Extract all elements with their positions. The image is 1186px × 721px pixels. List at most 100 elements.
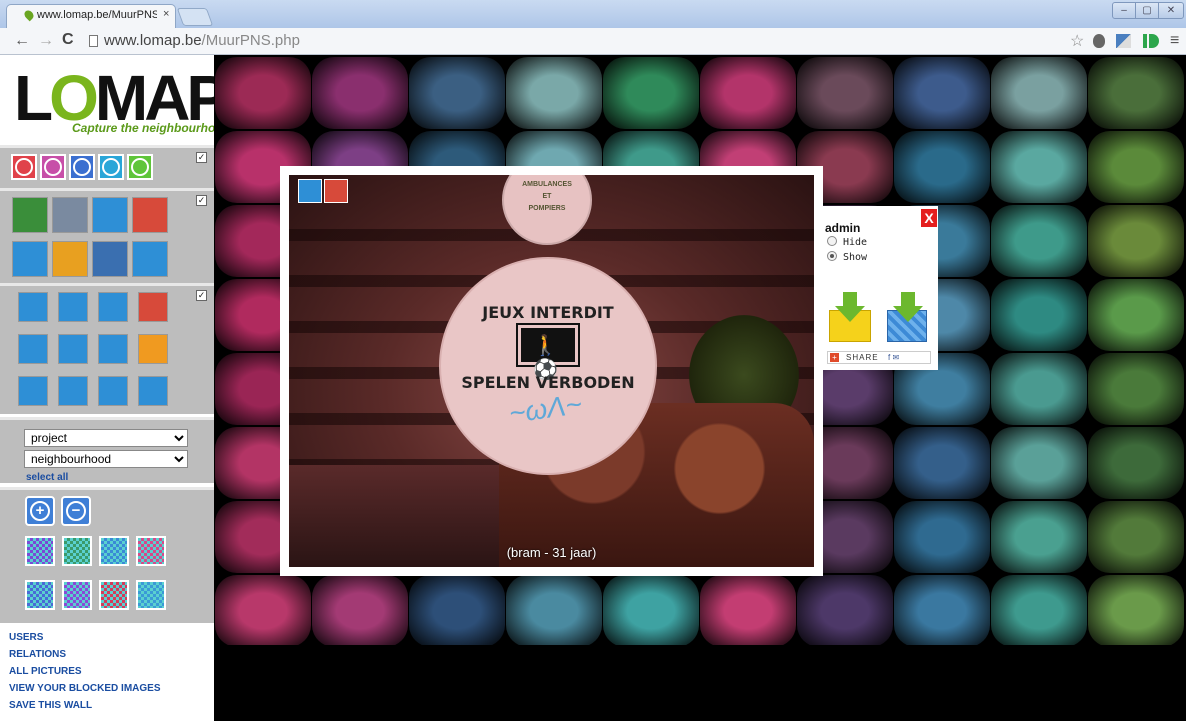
wall-photo-tile[interactable] — [894, 575, 990, 645]
wall-photo-tile[interactable] — [1088, 57, 1184, 129]
download-image-button[interactable] — [887, 292, 927, 342]
lomap-logo[interactable]: LOMAP Capture the neighbourhood — [14, 63, 230, 143]
wall-photo-tile[interactable] — [1088, 501, 1184, 573]
sense-category-icon[interactable] — [138, 376, 168, 406]
wall-photo-tile[interactable] — [991, 279, 1087, 351]
tab-close-icon[interactable]: × — [163, 8, 169, 20]
mood-smiley-icon[interactable] — [11, 154, 37, 180]
grid-layout-icon[interactable] — [99, 536, 129, 566]
show-radio[interactable]: Show — [827, 251, 867, 263]
wall-photo-tile[interactable] — [506, 575, 602, 645]
theme-category-icon[interactable] — [12, 241, 48, 277]
street-sign-icon[interactable] — [298, 179, 322, 203]
zoom-out-button[interactable]: − — [61, 496, 91, 526]
grid-layout-icon[interactable] — [99, 580, 129, 610]
wall-photo-tile[interactable] — [1088, 353, 1184, 425]
extension-icon[interactable] — [1093, 34, 1105, 48]
wall-photo-tile[interactable] — [700, 57, 796, 129]
browser-tab[interactable]: www.lomap.be/MuurPNS.ph × — [6, 4, 176, 28]
download-folder-button[interactable] — [829, 292, 871, 342]
wall-photo-tile[interactable] — [991, 57, 1087, 129]
sense-category-icon[interactable] — [18, 334, 48, 364]
wall-photo-tile[interactable] — [312, 57, 408, 129]
sense-category-icon[interactable] — [58, 292, 88, 322]
mood-smiley-icon[interactable] — [127, 154, 153, 180]
view-blocked-images-link[interactable]: VIEW YOUR BLOCKED IMAGES — [9, 680, 161, 697]
wall-photo-tile[interactable] — [991, 501, 1087, 573]
grid-layout-icon[interactable] — [25, 580, 55, 610]
wall-photo-tile[interactable] — [700, 575, 796, 645]
wall-photo-tile[interactable] — [215, 575, 311, 645]
wall-photo-tile[interactable] — [991, 205, 1087, 277]
wall-photo-tile[interactable] — [1088, 205, 1184, 277]
new-tab-button[interactable] — [176, 8, 214, 26]
wall-photo-tile[interactable] — [991, 131, 1087, 203]
wall-photo-tile[interactable] — [506, 57, 602, 129]
relations-link[interactable]: RELATIONS — [9, 646, 161, 663]
theme-category-icon[interactable] — [52, 241, 88, 277]
mood-smiley-icon[interactable] — [40, 154, 66, 180]
wall-photo-tile[interactable] — [409, 57, 505, 129]
forward-icon[interactable]: → — [38, 32, 54, 50]
theme-category-icon[interactable] — [92, 241, 128, 277]
hide-radio[interactable]: Hide — [827, 236, 867, 248]
wall-photo-tile[interactable] — [1088, 279, 1184, 351]
wall-photo-tile[interactable] — [1088, 131, 1184, 203]
wall-photo-tile[interactable] — [603, 575, 699, 645]
theme-category-icon[interactable] — [12, 197, 48, 233]
wall-photo-tile[interactable] — [1088, 427, 1184, 499]
wall-photo-tile[interactable] — [312, 575, 408, 645]
chrome-menu-icon[interactable]: ≡ — [1170, 32, 1179, 50]
close-button[interactable]: X — [921, 209, 937, 227]
wall-photo-tile[interactable] — [894, 57, 990, 129]
grid-layout-icon[interactable] — [136, 580, 166, 610]
wall-photo-tile[interactable] — [894, 131, 990, 203]
sense-category-icon[interactable] — [138, 292, 168, 322]
forbidden-sign-icon[interactable] — [324, 179, 348, 203]
project-select[interactable]: project — [24, 429, 188, 447]
reload-icon[interactable]: C — [62, 31, 74, 49]
theme-category-icon[interactable] — [52, 197, 88, 233]
sense-category-icon[interactable] — [58, 334, 88, 364]
sense-category-icon[interactable] — [18, 376, 48, 406]
sense-category-icon[interactable] — [18, 292, 48, 322]
wall-photo-tile[interactable] — [797, 57, 893, 129]
maximize-button[interactable]: ▢ — [1135, 2, 1159, 19]
mood-filter-checkbox[interactable]: ✓ — [196, 152, 207, 163]
users-link[interactable]: USERS — [9, 629, 161, 646]
zoom-in-button[interactable]: + — [25, 496, 55, 526]
sense-filter-checkbox[interactable]: ✓ — [196, 290, 207, 301]
wall-photo-tile[interactable] — [991, 353, 1087, 425]
mood-smiley-icon[interactable] — [98, 154, 124, 180]
window-close-button[interactable]: ✕ — [1158, 2, 1184, 19]
grid-layout-icon[interactable] — [62, 580, 92, 610]
theme-category-icon[interactable] — [132, 197, 168, 233]
theme-filter-checkbox[interactable]: ✓ — [196, 195, 207, 206]
grid-layout-icon[interactable] — [136, 536, 166, 566]
extension-icon[interactable] — [1116, 34, 1131, 48]
sense-category-icon[interactable] — [98, 292, 128, 322]
sense-category-icon[interactable] — [138, 334, 168, 364]
wall-photo-tile[interactable] — [991, 427, 1087, 499]
sense-category-icon[interactable] — [58, 376, 88, 406]
back-icon[interactable]: ← — [14, 32, 30, 50]
extension-icon[interactable] — [1143, 34, 1159, 48]
wall-photo-tile[interactable] — [215, 57, 311, 129]
mood-smiley-icon[interactable] — [69, 154, 95, 180]
neighbourhood-select[interactable]: neighbourhood — [24, 450, 188, 468]
grid-layout-icon[interactable] — [62, 536, 92, 566]
wall-photo-tile[interactable] — [409, 575, 505, 645]
sense-category-icon[interactable] — [98, 376, 128, 406]
bookmark-star-icon[interactable]: ☆ — [1070, 31, 1084, 51]
theme-category-icon[interactable] — [132, 241, 168, 277]
wall-photo-tile[interactable] — [603, 57, 699, 129]
share-button[interactable]: + SHARE f ✉ — [827, 351, 931, 364]
select-all-link[interactable]: select all — [26, 472, 68, 483]
wall-photo-tile[interactable] — [797, 575, 893, 645]
minimize-button[interactable]: – — [1112, 2, 1136, 19]
save-wall-link[interactable]: SAVE THIS WALL — [9, 697, 161, 714]
wall-photo-tile[interactable] — [1088, 575, 1184, 645]
sense-category-icon[interactable] — [98, 334, 128, 364]
wall-photo-tile[interactable] — [991, 575, 1087, 645]
theme-category-icon[interactable] — [92, 197, 128, 233]
